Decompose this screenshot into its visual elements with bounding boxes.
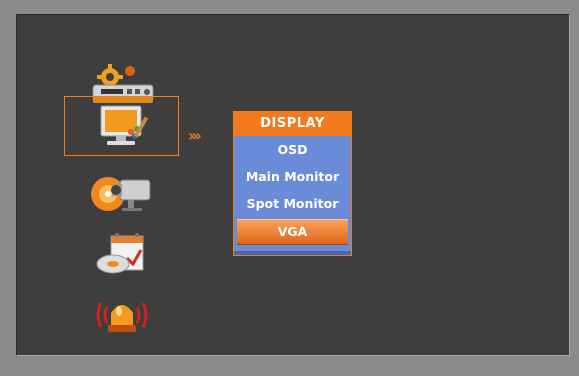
menu-footer-bar [234,251,351,255]
camera-disc-icon [91,177,151,211]
menu-title: DISPLAY [234,112,351,136]
setup-screen: ››› DISPLAY OSD Main Monitor Spot Monito… [16,14,570,356]
display-submenu: DISPLAY OSD Main Monitor Spot Monitor VG… [233,111,352,256]
calendar-disc-icon [96,233,144,274]
menu-item-main-monitor[interactable]: Main Monitor [234,163,351,190]
record-setup-button[interactable] [65,225,179,283]
camera-setup-button[interactable] [65,160,179,218]
menu-item-osd[interactable]: OSD [234,136,351,163]
display-setup-button[interactable] [64,96,179,156]
alarm-siren-icon [96,302,148,332]
menu-item-spot-monitor[interactable]: Spot Monitor [234,190,351,217]
menu-item-vga[interactable]: VGA [237,219,348,245]
monitor-paint-icon [100,105,148,145]
submenu-arrows: ››› [188,126,202,145]
alarm-setup-button[interactable] [65,285,179,343]
